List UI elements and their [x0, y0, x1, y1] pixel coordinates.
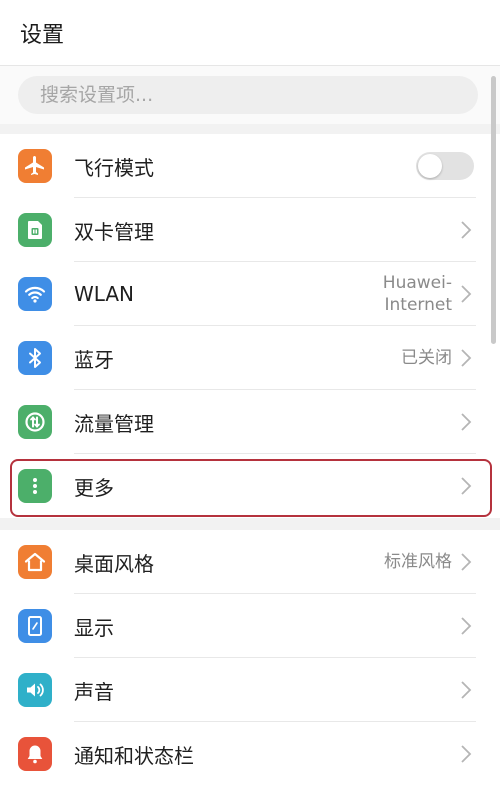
settings-row-label: 流量管理	[74, 411, 154, 436]
chevron-right-icon	[460, 680, 472, 700]
sound-icon	[18, 673, 52, 707]
chevron-right-icon	[460, 220, 472, 240]
settings-row-label: 声音	[74, 679, 114, 704]
search-input[interactable]	[18, 76, 478, 114]
wlan-network-name: Huawei- Internet	[383, 272, 452, 316]
sim-card-icon	[18, 213, 52, 247]
settings-group-personalization: 桌面风格 标准风格 显示 声音 通知和状态栏	[0, 530, 500, 786]
section-gap	[0, 518, 500, 530]
chevron-right-icon	[460, 348, 472, 368]
bluetooth-icon	[18, 341, 52, 375]
bluetooth-status: 已关闭	[401, 348, 452, 368]
settings-screen: 设置 飞行模式 双卡管理 WLAN	[0, 0, 500, 801]
bell-icon	[18, 737, 52, 771]
settings-row-label: WLAN	[74, 282, 135, 306]
scrollbar[interactable]	[491, 76, 496, 344]
page-title: 设置	[20, 22, 65, 48]
settings-row-display[interactable]: 显示	[0, 594, 500, 658]
wifi-icon	[18, 277, 52, 311]
more-dots-icon	[18, 469, 52, 503]
airplane-icon	[18, 149, 52, 183]
chevron-right-icon	[460, 552, 472, 572]
settings-row-label: 飞行模式	[74, 155, 154, 180]
toggle-knob	[418, 154, 442, 178]
settings-row-label: 双卡管理	[74, 219, 154, 244]
settings-row-more[interactable]: 更多	[0, 454, 500, 518]
settings-row-airplane-mode[interactable]: 飞行模式	[0, 134, 500, 198]
data-usage-icon	[18, 405, 52, 439]
header: 设置	[0, 0, 500, 66]
chevron-right-icon	[460, 284, 472, 304]
settings-row-dual-sim[interactable]: 双卡管理	[0, 198, 500, 262]
settings-row-label: 蓝牙	[74, 347, 114, 372]
wlan-network-name-line2: Internet	[384, 295, 452, 315]
settings-row-notifications[interactable]: 通知和状态栏	[0, 722, 500, 786]
settings-row-label: 更多	[74, 475, 114, 500]
airplane-mode-toggle[interactable]	[416, 152, 474, 180]
chevron-right-icon	[460, 744, 472, 764]
display-icon	[18, 609, 52, 643]
settings-row-data-usage[interactable]: 流量管理	[0, 390, 500, 454]
settings-row-label: 通知和状态栏	[74, 743, 194, 768]
home-style-value: 标准风格	[384, 552, 452, 572]
settings-row-sound[interactable]: 声音	[0, 658, 500, 722]
settings-row-label: 显示	[74, 615, 114, 640]
wlan-network-name-line1: Huawei-	[382, 273, 452, 293]
section-gap	[0, 124, 500, 134]
chevron-right-icon	[460, 412, 472, 432]
settings-row-wlan[interactable]: WLAN Huawei- Internet	[0, 262, 500, 326]
settings-row-home-style[interactable]: 桌面风格 标准风格	[0, 530, 500, 594]
chevron-right-icon	[460, 616, 472, 636]
settings-group-connectivity: 飞行模式 双卡管理 WLAN Huawei- Internet 蓝牙 已关闭 流…	[0, 134, 500, 518]
chevron-right-icon	[460, 476, 472, 496]
home-icon	[18, 545, 52, 579]
settings-row-bluetooth[interactable]: 蓝牙 已关闭	[0, 326, 500, 390]
settings-row-label: 桌面风格	[74, 551, 154, 576]
search-bar	[0, 66, 500, 124]
